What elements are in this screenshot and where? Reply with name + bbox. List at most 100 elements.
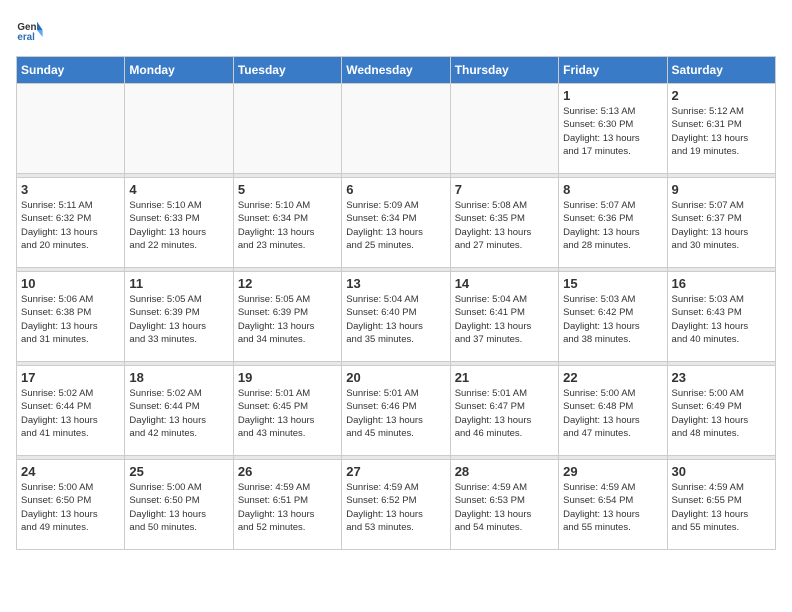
calendar-day: 12 Sunrise: 5:05 AM Sunset: 6:39 PM Dayli… — [233, 272, 341, 362]
day-info: Sunrise: 4:59 AM Sunset: 6:53 PM Dayligh… — [455, 481, 554, 534]
day-number: 13 — [346, 276, 445, 291]
calendar-day: 5 Sunrise: 5:10 AM Sunset: 6:34 PM Daylig… — [233, 178, 341, 268]
day-info: Sunrise: 5:09 AM Sunset: 6:34 PM Dayligh… — [346, 199, 445, 252]
day-info: Sunrise: 5:05 AM Sunset: 6:39 PM Dayligh… — [238, 293, 337, 346]
calendar-day — [125, 84, 233, 174]
day-number: 16 — [672, 276, 771, 291]
day-info: Sunrise: 5:01 AM Sunset: 6:46 PM Dayligh… — [346, 387, 445, 440]
day-info: Sunrise: 5:06 AM Sunset: 6:38 PM Dayligh… — [21, 293, 120, 346]
day-number: 22 — [563, 370, 662, 385]
weekday-header-saturday: Saturday — [667, 57, 775, 84]
day-info: Sunrise: 5:03 AM Sunset: 6:43 PM Dayligh… — [672, 293, 771, 346]
day-number: 12 — [238, 276, 337, 291]
day-number: 17 — [21, 370, 120, 385]
day-number: 21 — [455, 370, 554, 385]
weekday-header-friday: Friday — [559, 57, 667, 84]
week-row-4: 17 Sunrise: 5:02 AM Sunset: 6:44 PM Dayli… — [17, 366, 776, 456]
day-info: Sunrise: 5:05 AM Sunset: 6:39 PM Dayligh… — [129, 293, 228, 346]
calendar-table: SundayMondayTuesdayWednesdayThursdayFrid… — [16, 56, 776, 550]
day-number: 3 — [21, 182, 120, 197]
calendar-day: 30 Sunrise: 4:59 AM Sunset: 6:55 PM Dayli… — [667, 460, 775, 550]
day-number: 4 — [129, 182, 228, 197]
day-info: Sunrise: 5:11 AM Sunset: 6:32 PM Dayligh… — [21, 199, 120, 252]
day-number: 6 — [346, 182, 445, 197]
day-number: 18 — [129, 370, 228, 385]
weekday-header-sunday: Sunday — [17, 57, 125, 84]
calendar-day: 24Sunrise: 5:00 AM Sunset: 6:50 PM Dayli… — [17, 460, 125, 550]
calendar-day — [17, 84, 125, 174]
day-number: 14 — [455, 276, 554, 291]
day-info: Sunrise: 4:59 AM Sunset: 6:54 PM Dayligh… — [563, 481, 662, 534]
day-number: 20 — [346, 370, 445, 385]
calendar-day: 25 Sunrise: 5:00 AM Sunset: 6:50 PM Dayli… — [125, 460, 233, 550]
day-number: 23 — [672, 370, 771, 385]
day-number: 9 — [672, 182, 771, 197]
week-row-1: 1Sunrise: 5:13 AM Sunset: 6:30 PM Daylig… — [17, 84, 776, 174]
day-info: Sunrise: 5:04 AM Sunset: 6:41 PM Dayligh… — [455, 293, 554, 346]
svg-text:eral: eral — [17, 32, 35, 43]
day-info: Sunrise: 5:01 AM Sunset: 6:47 PM Dayligh… — [455, 387, 554, 440]
day-info: Sunrise: 5:08 AM Sunset: 6:35 PM Dayligh… — [455, 199, 554, 252]
calendar-day: 1Sunrise: 5:13 AM Sunset: 6:30 PM Daylig… — [559, 84, 667, 174]
day-number: 11 — [129, 276, 228, 291]
week-row-2: 3 Sunrise: 5:11 AM Sunset: 6:32 PM Daylig… — [17, 178, 776, 268]
day-info: Sunrise: 5:00 AM Sunset: 6:50 PM Dayligh… — [129, 481, 228, 534]
calendar-day: 29 Sunrise: 4:59 AM Sunset: 6:54 PM Dayli… — [559, 460, 667, 550]
weekday-header-tuesday: Tuesday — [233, 57, 341, 84]
day-info: Sunrise: 5:02 AM Sunset: 6:44 PM Dayligh… — [21, 387, 120, 440]
day-info: Sunrise: 5:07 AM Sunset: 6:37 PM Dayligh… — [672, 199, 771, 252]
day-number: 26 — [238, 464, 337, 479]
day-number: 19 — [238, 370, 337, 385]
day-number: 15 — [563, 276, 662, 291]
calendar-day: 14 Sunrise: 5:04 AM Sunset: 6:41 PM Dayli… — [450, 272, 558, 362]
day-info: Sunrise: 4:59 AM Sunset: 6:51 PM Dayligh… — [238, 481, 337, 534]
day-info: Sunrise: 5:02 AM Sunset: 6:44 PM Dayligh… — [129, 387, 228, 440]
day-info: Sunrise: 5:10 AM Sunset: 6:34 PM Dayligh… — [238, 199, 337, 252]
calendar-day: 2 Sunrise: 5:12 AM Sunset: 6:31 PM Daylig… — [667, 84, 775, 174]
day-info: Sunrise: 5:01 AM Sunset: 6:45 PM Dayligh… — [238, 387, 337, 440]
calendar-day: 4 Sunrise: 5:10 AM Sunset: 6:33 PM Daylig… — [125, 178, 233, 268]
week-row-5: 24Sunrise: 5:00 AM Sunset: 6:50 PM Dayli… — [17, 460, 776, 550]
calendar-day: 26 Sunrise: 4:59 AM Sunset: 6:51 PM Dayli… — [233, 460, 341, 550]
day-number: 27 — [346, 464, 445, 479]
weekday-header-thursday: Thursday — [450, 57, 558, 84]
day-number: 7 — [455, 182, 554, 197]
calendar-day — [233, 84, 341, 174]
week-row-3: 10Sunrise: 5:06 AM Sunset: 6:38 PM Dayli… — [17, 272, 776, 362]
day-info: Sunrise: 4:59 AM Sunset: 6:52 PM Dayligh… — [346, 481, 445, 534]
calendar-day: 6 Sunrise: 5:09 AM Sunset: 6:34 PM Daylig… — [342, 178, 450, 268]
calendar-day: 18 Sunrise: 5:02 AM Sunset: 6:44 PM Dayli… — [125, 366, 233, 456]
day-number: 5 — [238, 182, 337, 197]
calendar-day: 11 Sunrise: 5:05 AM Sunset: 6:39 PM Dayli… — [125, 272, 233, 362]
day-number: 25 — [129, 464, 228, 479]
calendar-day: 17 Sunrise: 5:02 AM Sunset: 6:44 PM Dayli… — [17, 366, 125, 456]
day-info: Sunrise: 5:00 AM Sunset: 6:49 PM Dayligh… — [672, 387, 771, 440]
calendar-day: 23 Sunrise: 5:00 AM Sunset: 6:49 PM Dayli… — [667, 366, 775, 456]
logo-icon: Gen eral — [16, 16, 44, 44]
calendar-day: 19 Sunrise: 5:01 AM Sunset: 6:45 PM Dayli… — [233, 366, 341, 456]
day-info: Sunrise: 5:12 AM Sunset: 6:31 PM Dayligh… — [672, 105, 771, 158]
day-info: Sunrise: 5:10 AM Sunset: 6:33 PM Dayligh… — [129, 199, 228, 252]
calendar-day: 21 Sunrise: 5:01 AM Sunset: 6:47 PM Dayli… — [450, 366, 558, 456]
weekday-header-monday: Monday — [125, 57, 233, 84]
day-number: 30 — [672, 464, 771, 479]
day-info: Sunrise: 5:00 AM Sunset: 6:50 PM Dayligh… — [21, 481, 120, 534]
day-number: 2 — [672, 88, 771, 103]
weekday-header-row: SundayMondayTuesdayWednesdayThursdayFrid… — [17, 57, 776, 84]
logo: Gen eral — [16, 16, 48, 44]
calendar-day: 13Sunrise: 5:04 AM Sunset: 6:40 PM Dayli… — [342, 272, 450, 362]
calendar-day: 28Sunrise: 4:59 AM Sunset: 6:53 PM Dayli… — [450, 460, 558, 550]
page-header: Gen eral — [16, 16, 776, 44]
calendar-day — [450, 84, 558, 174]
calendar-day: 7 Sunrise: 5:08 AM Sunset: 6:35 PM Daylig… — [450, 178, 558, 268]
day-info: Sunrise: 5:03 AM Sunset: 6:42 PM Dayligh… — [563, 293, 662, 346]
day-number: 8 — [563, 182, 662, 197]
calendar-day: 8Sunrise: 5:07 AM Sunset: 6:36 PM Daylig… — [559, 178, 667, 268]
calendar-day: 22Sunrise: 5:00 AM Sunset: 6:48 PM Dayli… — [559, 366, 667, 456]
calendar-day: 9 Sunrise: 5:07 AM Sunset: 6:37 PM Daylig… — [667, 178, 775, 268]
day-info: Sunrise: 4:59 AM Sunset: 6:55 PM Dayligh… — [672, 481, 771, 534]
calendar-day: 27 Sunrise: 4:59 AM Sunset: 6:52 PM Dayli… — [342, 460, 450, 550]
day-number: 29 — [563, 464, 662, 479]
calendar-day: 10Sunrise: 5:06 AM Sunset: 6:38 PM Dayli… — [17, 272, 125, 362]
day-info: Sunrise: 5:13 AM Sunset: 6:30 PM Dayligh… — [563, 105, 662, 158]
